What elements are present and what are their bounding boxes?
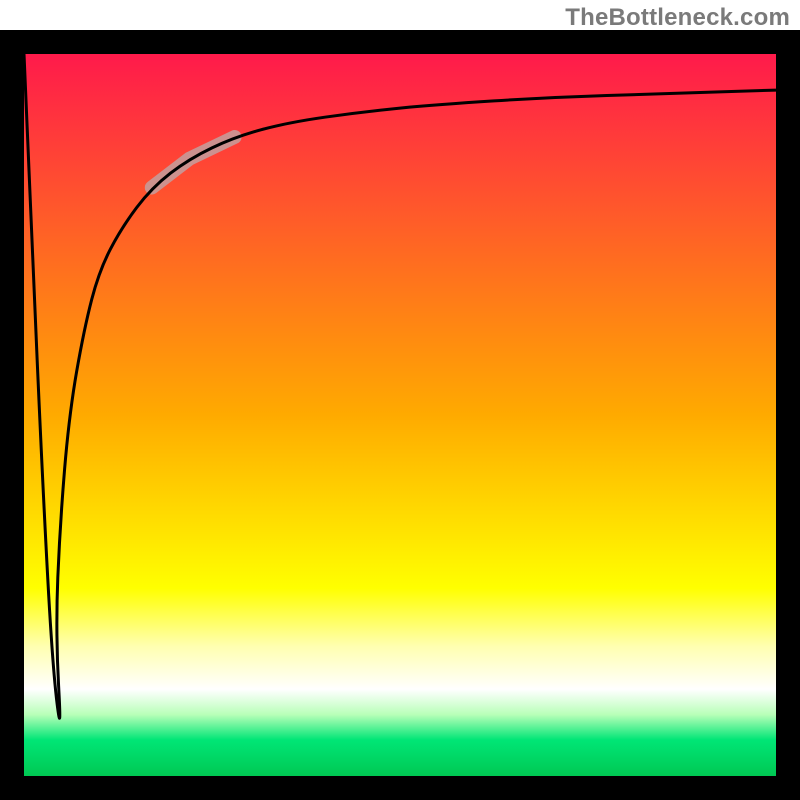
watermark-text: TheBottleneck.com	[565, 4, 790, 32]
bottleneck-chart	[0, 30, 800, 800]
chart-stage: TheBottleneck.com	[0, 0, 800, 800]
plot-background	[24, 54, 776, 776]
